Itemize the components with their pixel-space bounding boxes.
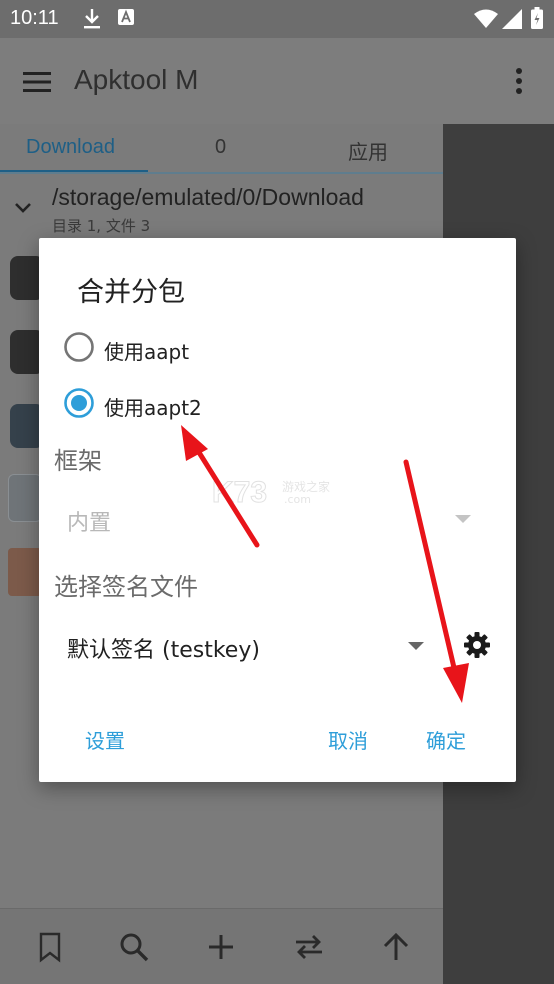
menu-icon[interactable]	[23, 72, 51, 92]
swap-icon[interactable]	[293, 931, 325, 963]
arrow-up-icon[interactable]	[380, 931, 412, 963]
framework-select[interactable]: 内置	[67, 505, 111, 537]
tab-download[interactable]: Download	[26, 136, 115, 159]
app-thumbnail[interactable]	[8, 548, 42, 596]
apk-icon[interactable]	[8, 474, 42, 522]
framework-label: 框架	[54, 447, 102, 475]
signature-label: 选择签名文件	[54, 573, 198, 601]
path-summary: 目录 1, 文件 3	[52, 217, 151, 235]
merge-split-dialog: 合并分包 使用aapt 使用aapt2 框架 内置 选择签名文件 默认签名 (t…	[39, 238, 516, 782]
more-options-icon[interactable]	[515, 68, 523, 94]
settings-button[interactable]: 设置	[85, 725, 125, 754]
download-icon	[84, 9, 100, 29]
tab-zero[interactable]: 0	[215, 136, 226, 159]
dialog-title: 合并分包	[77, 277, 185, 308]
search-icon[interactable]	[118, 931, 150, 963]
battery-icon	[531, 7, 543, 29]
ok-button[interactable]: 确定	[426, 725, 466, 754]
path-row[interactable]: /storage/emulated/0/Download 目录 1, 文件 3	[0, 174, 443, 238]
status-time: 10:11	[10, 7, 59, 29]
tab-apps[interactable]: 应用	[348, 136, 388, 165]
side-panel-bottom	[443, 908, 554, 984]
radio-aapt[interactable]	[63, 331, 95, 363]
signature-dropdown-icon[interactable]	[408, 642, 424, 650]
chevron-down-icon[interactable]	[14, 202, 32, 214]
current-path: /storage/emulated/0/Download	[52, 184, 364, 210]
gear-icon[interactable]	[463, 631, 491, 659]
app-bar: Apktool M	[0, 38, 554, 124]
wifi-icon	[474, 9, 498, 28]
radio-aapt-label[interactable]: 使用aapt	[104, 336, 189, 365]
bottom-toolbar	[0, 908, 443, 984]
signal-icon	[502, 9, 522, 29]
tab-bar: Download 0 应用	[0, 124, 443, 174]
bookmark-icon[interactable]	[34, 931, 66, 963]
radio-aapt2-label[interactable]: 使用aapt2	[104, 392, 202, 421]
signature-select[interactable]: 默认签名 (testkey)	[67, 632, 260, 664]
cancel-button[interactable]: 取消	[328, 725, 368, 754]
framework-dropdown-icon[interactable]	[455, 515, 471, 523]
app-title: Apktool M	[74, 64, 199, 95]
app-notification-icon	[118, 9, 134, 25]
radio-aapt2[interactable]	[63, 387, 95, 419]
status-bar: 10:11	[0, 0, 554, 38]
add-icon[interactable]	[205, 931, 237, 963]
